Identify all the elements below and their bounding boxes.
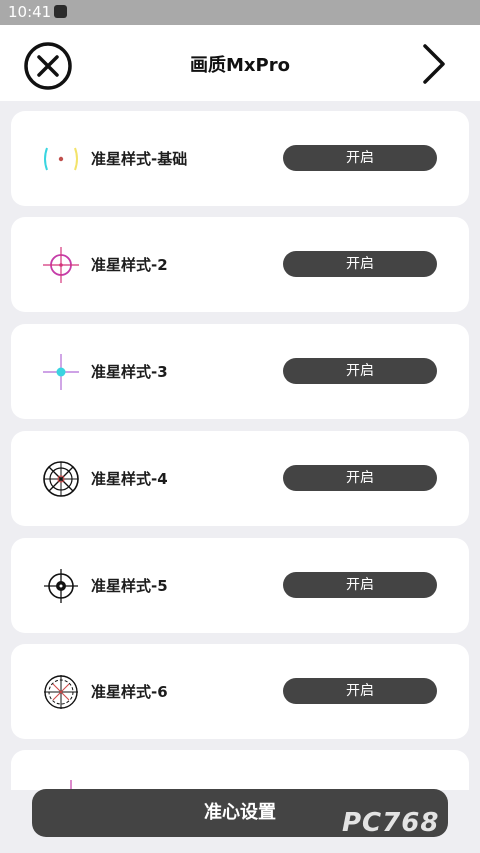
item-label: 准星样式-基础 xyxy=(91,150,188,168)
toggle-button[interactable]: 开启 xyxy=(283,145,437,171)
crosshair-cross-icon xyxy=(43,354,79,390)
list-item: 准星样式-基础 开启 xyxy=(11,111,469,206)
watermark-text: PC768 xyxy=(342,808,440,838)
toggle-button[interactable]: 开启 xyxy=(283,251,437,277)
crosshair-ring-icon xyxy=(44,675,78,709)
status-time: 10:41 xyxy=(8,3,52,21)
list-item: 准星样式-6 开启 xyxy=(11,644,469,739)
crosshair-circle-icon xyxy=(43,247,79,283)
status-bar: 10:41 xyxy=(0,0,480,25)
list-item: 准星样式-2 开启 xyxy=(11,217,469,312)
toggle-button[interactable]: 开启 xyxy=(283,358,437,384)
notification-icon xyxy=(54,5,67,18)
header: 画质MxPro xyxy=(0,25,480,101)
page-title: 画质MxPro xyxy=(190,55,290,76)
toggle-button[interactable]: 开启 xyxy=(283,678,437,704)
toggle-button[interactable]: 开启 xyxy=(283,465,437,491)
list-item: 准星样式-4 开启 xyxy=(11,431,469,526)
crosshair-scope-icon xyxy=(43,461,79,497)
item-label: 准星样式-6 xyxy=(91,683,168,701)
item-label: 准星样式-5 xyxy=(91,577,168,595)
watermark-logo: PC768 xyxy=(342,808,474,846)
item-label: 准星样式-4 xyxy=(91,470,168,488)
list-item: 准星样式-3 开启 xyxy=(11,324,469,419)
list-item: 准星样式-5 开启 xyxy=(11,538,469,633)
item-label: 准星样式-3 xyxy=(91,363,168,381)
crosshair-basic-icon xyxy=(44,147,78,171)
chevron-right-icon[interactable] xyxy=(417,42,449,86)
list-item-partial xyxy=(11,750,469,790)
crosshair-target-icon xyxy=(44,569,78,603)
item-label: 准星样式-2 xyxy=(91,256,168,274)
toggle-button[interactable]: 开启 xyxy=(283,572,437,598)
